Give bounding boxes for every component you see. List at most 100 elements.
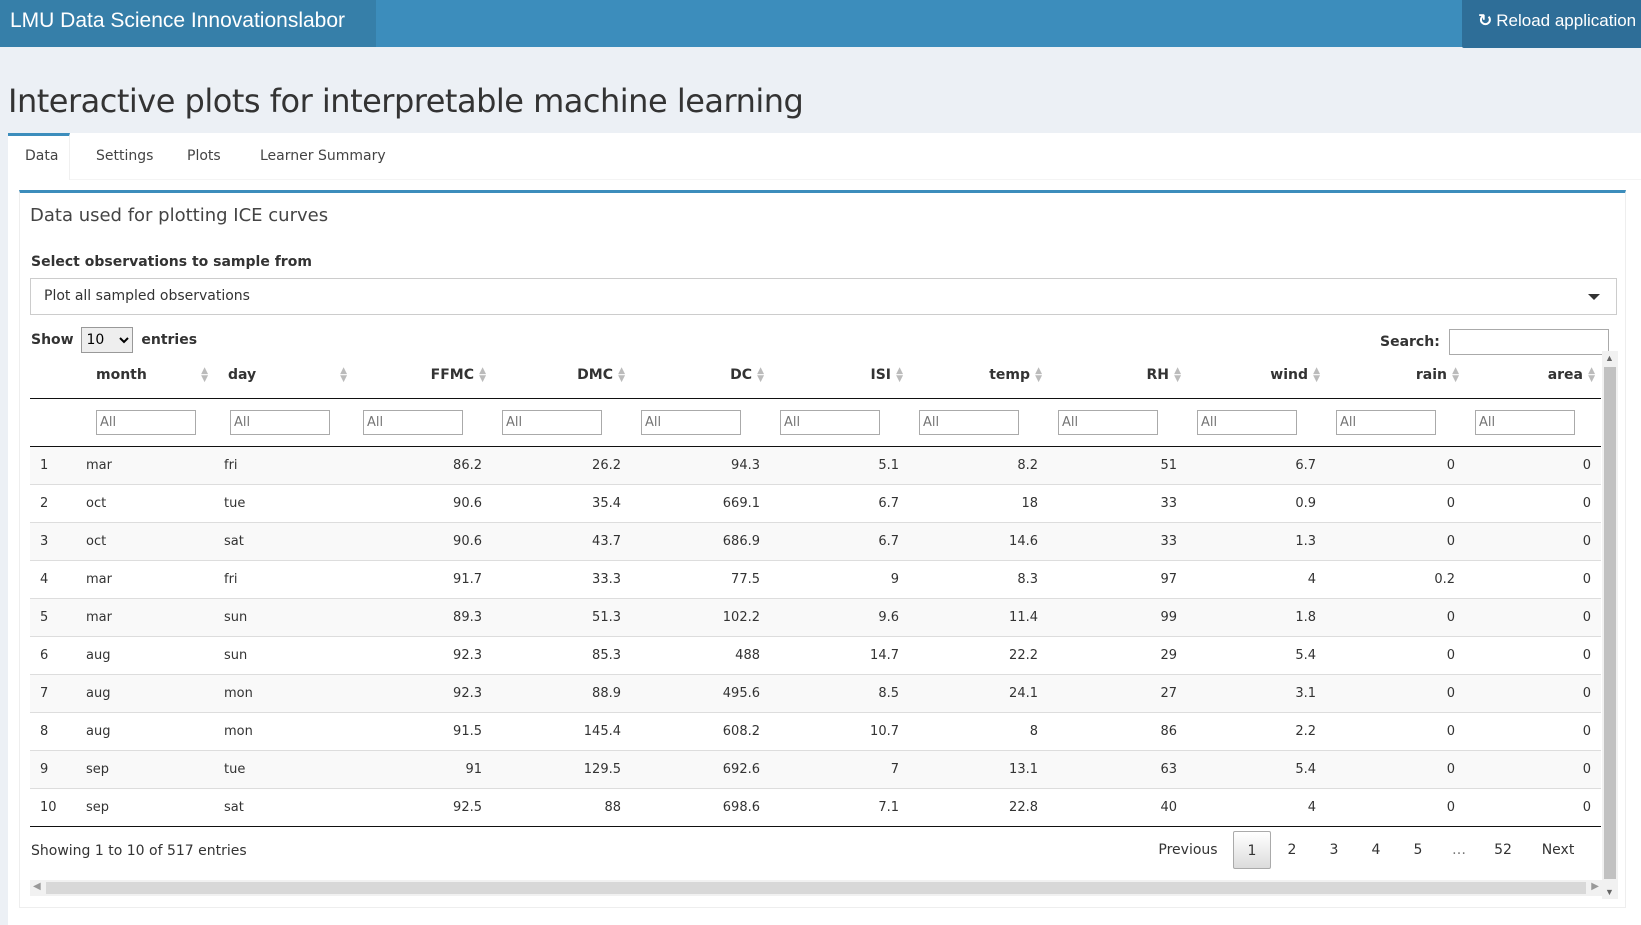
cell-rain: 0.2 xyxy=(1326,560,1465,599)
scroll-up-icon[interactable]: ▲ xyxy=(1605,353,1614,363)
cell-dc: 94.3 xyxy=(631,446,770,485)
cell-temp: 14.6 xyxy=(909,522,1048,561)
cell-month: aug xyxy=(76,712,214,751)
table-row[interactable]: 10 sep sat 92.5 88 698.6 7.1 22.8 40 4 0 0 xyxy=(30,788,1601,827)
cell-temp: 22.8 xyxy=(909,788,1048,827)
table-row[interactable]: 3 oct sat 90.6 43.7 686.9 6.7 14.6 33 1.3 0 0 xyxy=(30,522,1601,561)
pagination-page-3[interactable]: 3 xyxy=(1315,831,1353,869)
cell-month: oct xyxy=(76,522,214,561)
pagination-page-1[interactable]: 1 xyxy=(1233,831,1271,869)
cell-rh: 33 xyxy=(1048,522,1187,561)
horizontal-scroll-thumb[interactable] xyxy=(46,882,1586,894)
observation-select[interactable]: Plot all sampled observations xyxy=(30,278,1617,315)
column-header-label: ISI xyxy=(870,367,891,384)
cell-dc: 102.2 xyxy=(631,598,770,637)
cell-month: mar xyxy=(76,446,214,485)
column-header-area[interactable]: area ▲ ▼ xyxy=(1465,353,1601,399)
table-row[interactable]: 9 sep tue 91 129.5 692.6 7 13.1 63 5.4 0 0 xyxy=(30,750,1601,789)
filter-input-area[interactable] xyxy=(1475,409,1575,435)
cell-month: sep xyxy=(76,788,214,827)
table-row[interactable]: 7 aug mon 92.3 88.9 495.6 8.5 24.1 27 3.1 0 0 xyxy=(30,674,1601,713)
cell-dmc: 43.7 xyxy=(492,522,631,561)
sort-icon: ▲ ▼ xyxy=(340,366,347,384)
column-header-month[interactable]: month ▲ ▼ xyxy=(76,353,214,399)
column-header-label: DC xyxy=(730,367,752,384)
table-row[interactable]: 2 oct tue 90.6 35.4 669.1 6.7 18 33 0.9 0 0 xyxy=(30,484,1601,523)
filter-input-isi[interactable] xyxy=(780,409,880,435)
tab-plots[interactable]: Plots xyxy=(187,133,221,180)
column-header-isi[interactable]: ISI ▲ ▼ xyxy=(770,353,909,399)
filter-input-ffmc[interactable] xyxy=(363,409,463,435)
scroll-left-icon[interactable]: ◀ xyxy=(33,881,41,892)
scroll-right-icon[interactable]: ▶ xyxy=(1591,881,1599,892)
cell-wind: 4 xyxy=(1187,560,1326,599)
pagination-page-4[interactable]: 4 xyxy=(1357,831,1395,869)
tab-data[interactable]: Data xyxy=(8,133,70,180)
table-row[interactable]: 1 mar fri 86.2 26.2 94.3 5.1 8.2 51 6.7 0 0 xyxy=(30,446,1601,485)
entries-label: entries xyxy=(141,332,198,348)
scroll-down-icon[interactable]: ▼ xyxy=(1605,887,1614,897)
cell-dmc: 51.3 xyxy=(492,598,631,637)
cell-isi: 7.1 xyxy=(770,788,909,827)
reload-application-button[interactable]: ↻ Reload application xyxy=(1462,0,1641,48)
cell-ffmc: 89.3 xyxy=(353,598,492,637)
filter-input-wind[interactable] xyxy=(1197,409,1297,435)
filter-cell xyxy=(1326,398,1465,447)
cell-ffmc: 91 xyxy=(353,750,492,789)
cell-index: 7 xyxy=(30,674,76,713)
filter-cell-index xyxy=(30,398,76,447)
length-control: Show 10 entries xyxy=(31,327,197,353)
table-row[interactable]: 4 mar fri 91.7 33.3 77.5 9 8.3 97 4 0.2 0 xyxy=(30,560,1601,599)
tab-settings[interactable]: Settings xyxy=(96,133,153,180)
filter-cell xyxy=(909,398,1048,447)
box-title: Data used for plotting ICE curves xyxy=(30,205,329,226)
pagination-page-52[interactable]: 52 xyxy=(1483,831,1523,869)
search-input[interactable] xyxy=(1448,329,1609,355)
entries-length-select[interactable]: 10 xyxy=(81,327,134,353)
search-control: Search: xyxy=(1380,329,1609,355)
pagination-page-5[interactable]: 5 xyxy=(1399,831,1437,869)
filter-input-temp[interactable] xyxy=(919,409,1019,435)
column-header-rain[interactable]: rain ▲ ▼ xyxy=(1326,353,1465,399)
cell-dc: 669.1 xyxy=(631,484,770,523)
filter-input-rain[interactable] xyxy=(1336,409,1436,435)
column-header-wind[interactable]: wind ▲ ▼ xyxy=(1187,353,1326,399)
filter-input-dc[interactable] xyxy=(641,409,741,435)
cell-wind: 4 xyxy=(1187,788,1326,827)
column-header-rh[interactable]: RH ▲ ▼ xyxy=(1048,353,1187,399)
filter-cell xyxy=(770,398,909,447)
vertical-scroll-thumb[interactable] xyxy=(1604,367,1616,879)
table-row[interactable]: 5 mar sun 89.3 51.3 102.2 9.6 11.4 99 1.8 0 0 xyxy=(30,598,1601,637)
filter-input-dmc[interactable] xyxy=(502,409,602,435)
cell-wind: 1.3 xyxy=(1187,522,1326,561)
cell-temp: 13.1 xyxy=(909,750,1048,789)
column-header-label: temp xyxy=(989,367,1030,384)
column-header-dc[interactable]: DC ▲ ▼ xyxy=(631,353,770,399)
column-header-ffmc[interactable]: FFMC ▲ ▼ xyxy=(353,353,492,399)
horizontal-scrollbar[interactable]: ◀ ▶ xyxy=(30,880,1602,896)
filter-input-day[interactable] xyxy=(230,409,330,435)
cell-rain: 0 xyxy=(1326,712,1465,751)
data-table-wrapper: month ▲ ▼ day ▲ ▼ FFMC ▲ ▼ DMC ▲ ▼ DC ▲ ▼ ISI ▲ ▼ te… xyxy=(30,353,1601,827)
column-header-index xyxy=(30,353,76,399)
top-navbar: LMU Data Science Innovationslabor ↻ Reloa… xyxy=(0,0,1641,48)
sort-icon: ▲ ▼ xyxy=(1035,366,1042,384)
table-row[interactable]: 6 aug sun 92.3 85.3 488 14.7 22.2 29 5.4 0 0 xyxy=(30,636,1601,675)
column-header-day[interactable]: day ▲ ▼ xyxy=(214,353,353,399)
pagination-page-2[interactable]: 2 xyxy=(1273,831,1311,869)
column-header-label: FFMC xyxy=(430,367,474,384)
cell-day: tue xyxy=(214,750,353,789)
cell-ffmc: 86.2 xyxy=(353,446,492,485)
pagination-next[interactable]: Next xyxy=(1533,831,1583,869)
cell-dc: 608.2 xyxy=(631,712,770,751)
tab-learner-summary[interactable]: Learner Summary xyxy=(260,133,386,180)
pagination-previous[interactable]: Previous xyxy=(1153,831,1223,869)
vertical-scrollbar[interactable]: ▲ ▼ xyxy=(1602,351,1618,899)
table-row[interactable]: 8 aug mon 91.5 145.4 608.2 10.7 8 86 2.2 0 0 xyxy=(30,712,1601,751)
cell-day: mon xyxy=(214,674,353,713)
filter-input-month[interactable] xyxy=(96,409,196,435)
brand-title: LMU Data Science Innovationslabor xyxy=(0,0,376,47)
column-header-temp[interactable]: temp ▲ ▼ xyxy=(909,353,1048,399)
column-header-dmc[interactable]: DMC ▲ ▼ xyxy=(492,353,631,399)
filter-input-rh[interactable] xyxy=(1058,409,1158,435)
